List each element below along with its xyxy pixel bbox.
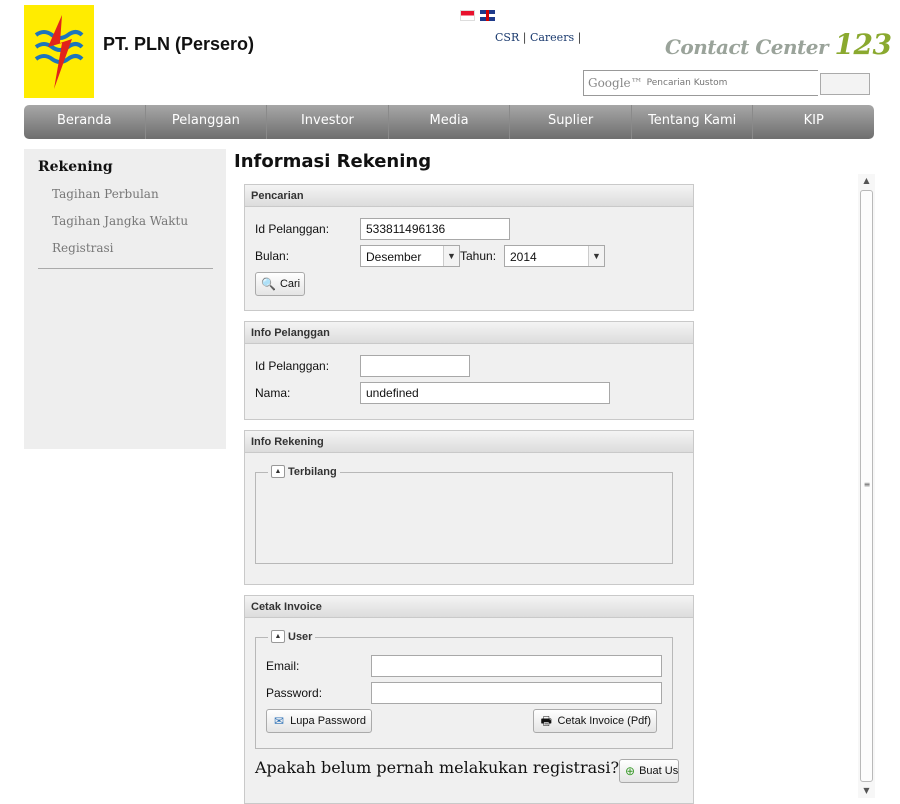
- cari-button-label: Cari: [279, 278, 301, 290]
- password-label: Password:: [266, 686, 323, 700]
- top-links: CSR | Careers |: [495, 31, 582, 44]
- pencarian-panel-title: Pencarian: [245, 185, 693, 207]
- tahun-label: Tahun:: [460, 249, 497, 263]
- language-switcher: [460, 10, 495, 21]
- add-circle-icon: ⊕: [625, 764, 636, 778]
- user-legend-label: User: [288, 630, 313, 643]
- buat-user-button[interactable]: ⊕ Buat Us: [619, 759, 679, 783]
- scrollbar-thumb[interactable]: ≡: [860, 190, 873, 782]
- magnifier-icon: 🔍: [261, 277, 276, 291]
- company-name: PT. PLN (Persero): [103, 34, 255, 54]
- search-button[interactable]: [820, 73, 870, 95]
- search-box: Google™: [583, 70, 818, 96]
- terbilang-legend: ▲ Terbilang: [268, 465, 340, 478]
- pencarian-id-input[interactable]: 533811496136: [360, 218, 510, 240]
- buat-user-label: Buat Us: [639, 765, 679, 777]
- nav-item-kip[interactable]: KIP: [753, 105, 874, 139]
- nav-item-beranda[interactable]: Beranda: [24, 105, 146, 139]
- lupa-password-label: Lupa Password: [290, 715, 366, 727]
- chevron-down-icon: ▼: [443, 246, 459, 266]
- sidebar-divider: [38, 268, 213, 269]
- user-legend: ▲ User: [268, 630, 316, 643]
- email-label: Email:: [266, 659, 300, 673]
- scroll-down-icon[interactable]: ▼: [858, 784, 875, 798]
- sidebar-item-registrasi[interactable]: Registrasi: [38, 235, 212, 262]
- nav-item-suplier[interactable]: Suplier: [510, 105, 632, 139]
- pencarian-id-label: Id Pelanggan:: [255, 222, 330, 236]
- cetak-invoice-button[interactable]: 🖶 Cetak Invoice (Pdf): [533, 709, 657, 733]
- google-logo: Google™: [588, 76, 643, 90]
- sidebar-item-tagihan-perbulan[interactable]: Tagihan Perbulan: [38, 181, 212, 208]
- bulan-select-value: Desember: [366, 250, 422, 264]
- lupa-password-button[interactable]: ✉ Lupa Password: [266, 709, 372, 733]
- cetak-invoice-panel-title: Cetak Invoice: [245, 596, 693, 618]
- pencarian-panel: Pencarian: [244, 184, 694, 311]
- chevron-down-icon: ▼: [588, 246, 604, 266]
- careers-link[interactable]: Careers: [530, 31, 574, 44]
- pln-logo[interactable]: [24, 5, 94, 98]
- sidebar: Rekening Tagihan Perbulan Tagihan Jangka…: [24, 149, 226, 449]
- bulan-select[interactable]: Desember ▼: [360, 245, 460, 267]
- terbilang-legend-label: Terbilang: [288, 465, 337, 478]
- collapse-up-icon[interactable]: ▲: [271, 465, 285, 478]
- nav-item-investor[interactable]: Investor: [267, 105, 389, 139]
- nama-input[interactable]: undefined: [360, 382, 610, 404]
- info-rekening-panel-title: Info Rekening: [245, 431, 693, 453]
- info-id-input[interactable]: [360, 355, 470, 377]
- printer-icon: 🖶: [540, 714, 552, 728]
- contact-center-number: 123: [834, 28, 892, 61]
- sidebar-title: Rekening: [38, 159, 113, 175]
- csr-link[interactable]: CSR: [495, 31, 519, 44]
- lightning-logo-icon: [34, 15, 84, 89]
- nav-item-pelanggan[interactable]: Pelanggan: [146, 105, 268, 139]
- page-title: Informasi Rekening: [234, 151, 432, 172]
- nav-item-media[interactable]: Media: [389, 105, 511, 139]
- scrollbar[interactable]: ▲ ≡ ▼: [858, 174, 875, 798]
- register-prompt: Apakah belum pernah melakukan registrasi…: [255, 758, 620, 777]
- indonesia-flag-icon[interactable]: [460, 10, 475, 21]
- nav-item-tentang-kami[interactable]: Tentang Kami: [632, 105, 754, 139]
- contact-center-text: Contact Center: [665, 35, 829, 59]
- cari-button[interactable]: 🔍 Cari: [255, 272, 305, 296]
- sidebar-item-tagihan-jangka-waktu[interactable]: Tagihan Jangka Waktu: [38, 208, 212, 235]
- bulan-label: Bulan:: [255, 249, 290, 263]
- uk-flag-icon[interactable]: [480, 10, 495, 21]
- scroll-up-icon[interactable]: ▲: [858, 174, 875, 188]
- terbilang-fieldset: ▲ Terbilang: [255, 465, 673, 564]
- search-input[interactable]: [646, 78, 817, 88]
- password-input[interactable]: [371, 682, 662, 704]
- info-pelanggan-panel-title: Info Pelanggan: [245, 322, 693, 344]
- grip-icon: ≡: [863, 480, 871, 489]
- envelope-icon: ✉: [274, 714, 285, 728]
- info-id-label: Id Pelanggan:: [255, 359, 330, 373]
- tahun-select-value: 2014: [510, 250, 537, 264]
- nama-label: Nama:: [255, 386, 291, 400]
- cetak-invoice-label: Cetak Invoice (Pdf): [557, 715, 651, 727]
- email-input[interactable]: [371, 655, 662, 677]
- main-nav: Beranda Pelanggan Investor Media Suplier…: [24, 105, 874, 139]
- tahun-select[interactable]: 2014 ▼: [504, 245, 605, 267]
- collapse-up-icon[interactable]: ▲: [271, 630, 285, 643]
- contact-center-logo: Contact Center 123: [665, 28, 892, 61]
